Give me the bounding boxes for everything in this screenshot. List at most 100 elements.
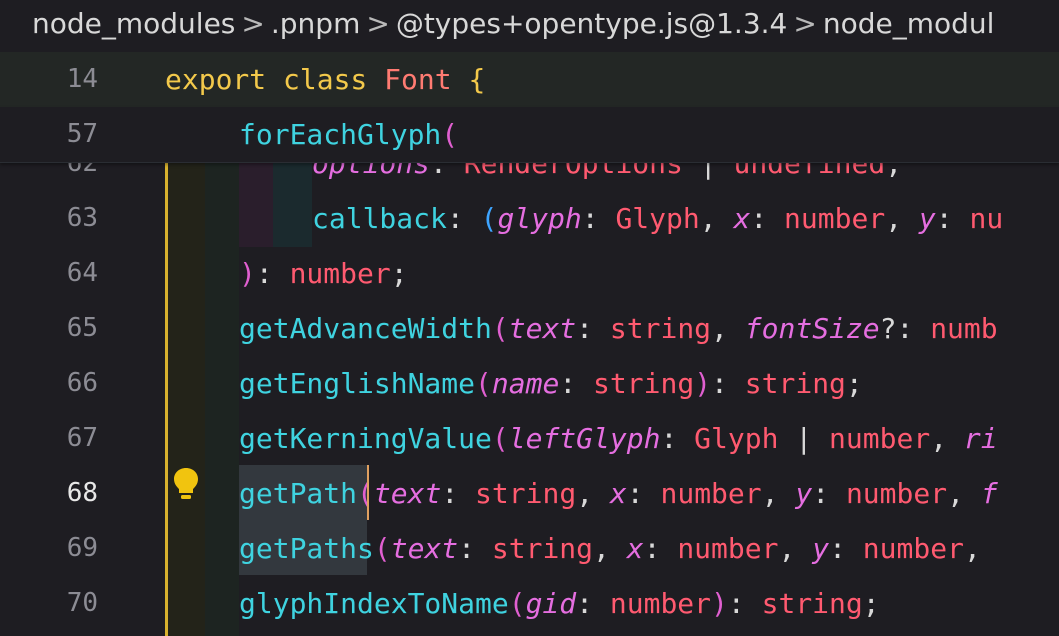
code-token: | <box>778 422 830 455</box>
text-cursor <box>367 465 369 520</box>
code-text: glyphIndexToName(gid: number): string; <box>239 576 880 631</box>
code-token: numb <box>930 312 998 345</box>
code-token: Glyph <box>694 422 779 455</box>
code-token: text <box>508 312 577 345</box>
code-token: Font <box>384 63 452 96</box>
code-line[interactable]: 70 glyphIndexToName(gid: number): string; <box>0 576 1059 631</box>
code-token: string <box>744 367 846 400</box>
code-token: , <box>576 477 610 510</box>
code-token: nu <box>969 202 1004 235</box>
code-token: number <box>784 202 886 235</box>
code-text: callback: (glyph: Glyph, x: number, y: n… <box>312 191 1003 246</box>
code-token: : <box>576 312 610 345</box>
code-token: x <box>609 477 627 510</box>
code-line[interactable]: 63 callback: (glyph: Glyph, x: number, y:… <box>0 191 1059 246</box>
code-token: f <box>980 477 998 510</box>
code-token: , <box>711 312 745 345</box>
code-token: , <box>885 202 919 235</box>
code-token: leftGlyph <box>508 422 661 455</box>
sticky-scroll-line-method[interactable]: 57 forEachGlyph( <box>0 107 1059 163</box>
code-token: glyphIndexToName <box>239 587 509 620</box>
code-token: ; <box>845 367 863 400</box>
code-text: ): number; <box>239 246 408 301</box>
code-token: : <box>581 202 616 235</box>
code-token: string <box>761 587 863 620</box>
code-token: number <box>660 477 762 510</box>
code-token: ) <box>694 367 712 400</box>
code-token: , <box>761 477 796 510</box>
code-token: : <box>643 532 678 565</box>
code-token: getPath <box>239 477 358 510</box>
code-line[interactable]: 67 getKerningValue(leftGlyph: Glyph | num… <box>0 411 1059 466</box>
code-token: string <box>609 312 712 345</box>
line-number: 63 <box>66 203 98 233</box>
code-text: getPaths(text: string, x: number, y: num… <box>239 521 981 576</box>
code-token: number <box>609 587 712 620</box>
code-token: : <box>829 532 863 565</box>
code-token: text <box>373 477 442 510</box>
code-token: : <box>559 367 594 400</box>
code-token: callback <box>312 202 447 235</box>
code-token: name <box>491 367 560 400</box>
code-token: : <box>255 257 290 290</box>
code-token: y <box>795 477 813 510</box>
code-token: string <box>475 477 577 510</box>
line-number: 65 <box>66 313 98 343</box>
code-token: ( <box>441 118 459 151</box>
code-token: : <box>446 202 481 235</box>
code-token: fontSize <box>744 312 880 345</box>
code-token: text <box>390 532 459 565</box>
code-token: ( <box>480 202 498 235</box>
code-token: ) <box>239 257 256 290</box>
code-token: : <box>727 587 762 620</box>
code-token: x <box>733 202 751 235</box>
code-token: y <box>812 532 830 565</box>
code-token: : <box>626 477 661 510</box>
line-number: 69 <box>66 533 98 563</box>
code-token: x <box>626 532 644 565</box>
code-token: , <box>593 532 627 565</box>
code-token: gid <box>525 587 577 620</box>
code-token: : <box>935 202 970 235</box>
lightbulb-icon[interactable] <box>172 466 200 502</box>
code-token: forEachGlyph <box>239 118 442 151</box>
code-token: ) <box>711 587 728 620</box>
code-token: ( <box>508 587 526 620</box>
code-token: : <box>458 532 492 565</box>
code-text: getEnglishName(name: string): string; <box>239 356 863 411</box>
code-line[interactable]: 66 getEnglishName(name: string): string; <box>0 356 1059 411</box>
code-token: string <box>593 367 695 400</box>
code-token: : <box>660 422 695 455</box>
code-line[interactable]: 68 getPath(text: string, x: number, y: nu… <box>0 466 1059 521</box>
line-number: 67 <box>66 423 98 453</box>
code-line[interactable]: 69 getPaths(text: string, x: number, y: n… <box>0 521 1059 576</box>
code-token: y <box>918 202 936 235</box>
code-token: : <box>812 477 846 510</box>
code-token: , <box>963 532 981 565</box>
code-token: string <box>491 532 594 565</box>
code-token: getEnglishName <box>239 367 476 400</box>
line-number: 70 <box>66 588 98 618</box>
code-token: , <box>699 202 734 235</box>
code-token: ( <box>475 367 492 400</box>
code-token: ( <box>373 532 391 565</box>
code-line[interactable]: 64): number; <box>0 246 1059 301</box>
code-token: getPaths <box>239 532 374 565</box>
code-token: getAdvanceWidth <box>239 312 492 345</box>
sticky-code-class: export class Font { <box>165 52 485 107</box>
line-number: 68 <box>66 478 98 508</box>
code-token: ( <box>491 422 509 455</box>
code-token: , <box>778 532 813 565</box>
code-line[interactable]: 65 getAdvanceWidth(text: string, fontSize… <box>0 301 1059 356</box>
sticky-code-method: forEachGlyph( <box>239 107 458 162</box>
code-token: : <box>750 202 785 235</box>
code-token: getKerningValue <box>239 422 492 455</box>
code-token: ( <box>357 477 374 510</box>
code-token: Glyph <box>615 202 700 235</box>
code-token: ?: <box>879 312 931 345</box>
code-token: export class <box>165 63 385 96</box>
code-token: number <box>677 532 779 565</box>
sticky-scroll-line-class[interactable]: 14 export class Font { <box>0 52 1059 107</box>
code-token: number <box>289 257 391 290</box>
line-number: 66 <box>66 368 98 398</box>
